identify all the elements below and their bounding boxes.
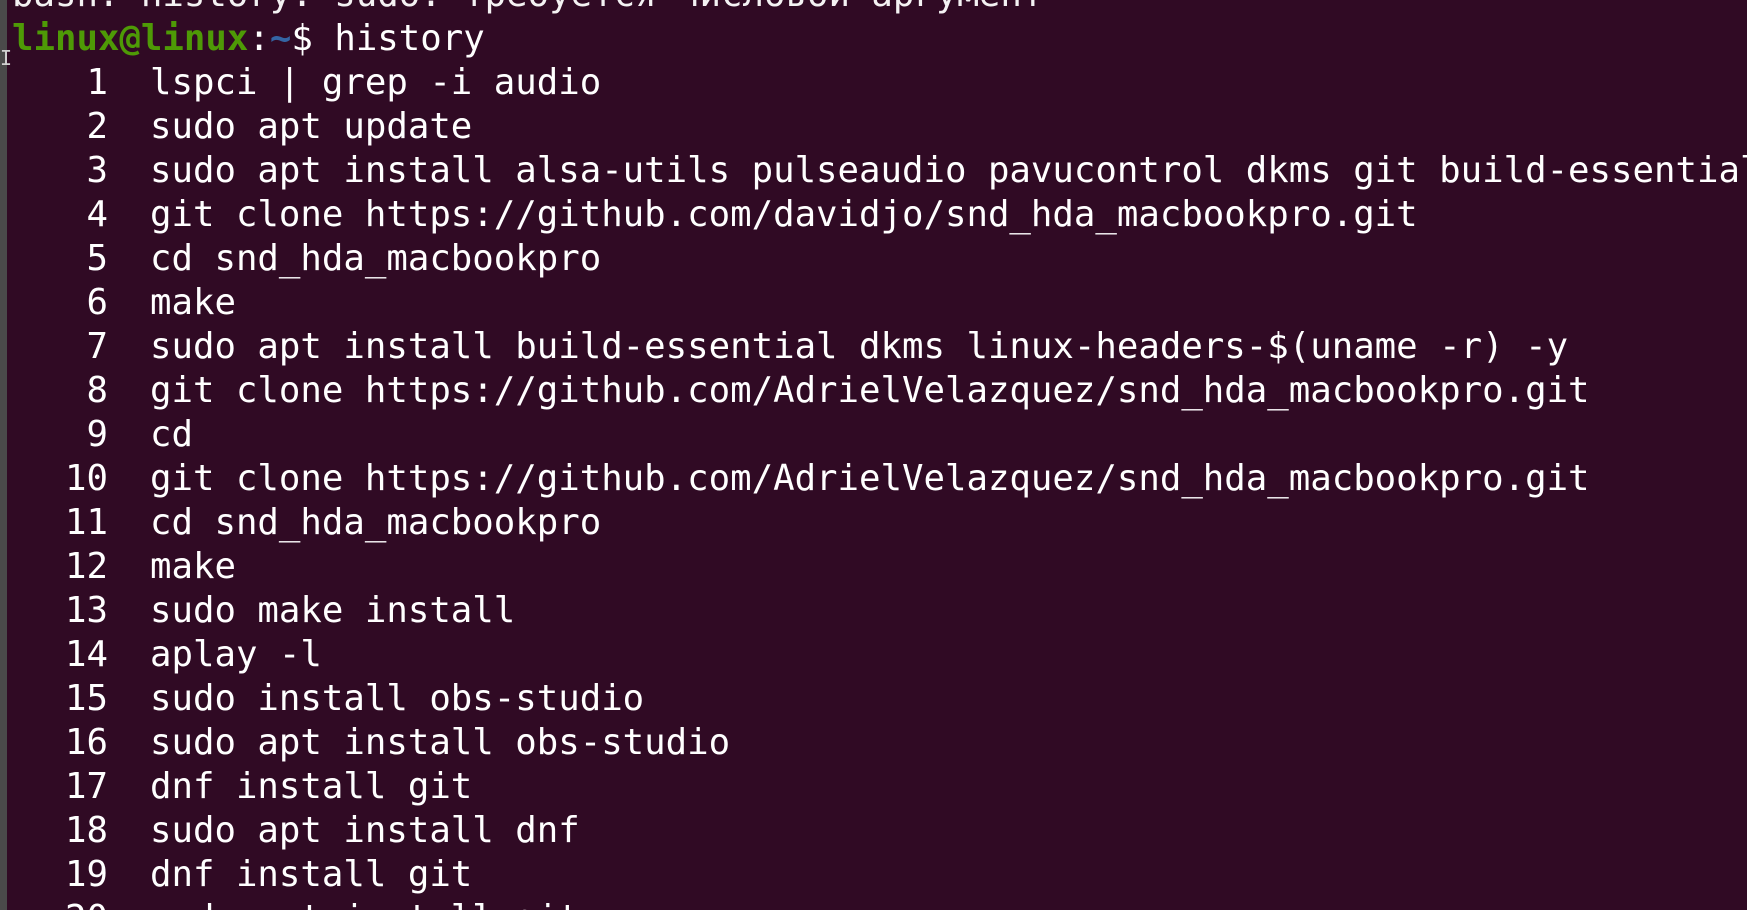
- history-command: make: [150, 546, 236, 587]
- history-command: make: [150, 282, 236, 323]
- history-command: sudo apt install build-essential dkms li…: [150, 326, 1569, 367]
- history-entry: 10 git clone https://github.com/AdrielVel…: [12, 457, 1747, 501]
- history-entry: 18 sudo apt install dnf: [12, 809, 1747, 853]
- history-command: cd snd_hda_macbookpro: [150, 502, 602, 543]
- history-number: 1: [86, 62, 109, 103]
- history-entry: 17 dnf install git: [12, 765, 1747, 809]
- history-entry: 11 cd snd_hda_macbookpro: [12, 501, 1747, 545]
- history-entry: 7 sudo apt install build-essential dkms l…: [12, 325, 1747, 369]
- history-number: 16: [65, 722, 108, 763]
- prompt-symbol: $: [291, 18, 335, 59]
- history-command: dnf install git: [150, 854, 473, 895]
- history-entry: 16 sudo apt install obs-studio: [12, 721, 1747, 765]
- history-list: 1 lspci | grep -i audio 2 sudo apt update …: [12, 61, 1747, 910]
- history-number: 12: [65, 546, 108, 587]
- history-number: 4: [86, 194, 109, 235]
- history-entry: 9 cd: [12, 413, 1747, 457]
- history-number: 13: [65, 590, 108, 631]
- prompt-user-host: linux@linux: [12, 18, 249, 59]
- history-command: cd snd_hda_macbookpro: [150, 238, 602, 279]
- history-command: cd: [150, 414, 193, 455]
- history-entry: 20 sudo apt install git: [12, 897, 1747, 910]
- history-command: sudo apt install alsa-utils pulseaudio p…: [150, 150, 1747, 191]
- history-entry: 19 dnf install git: [12, 853, 1747, 897]
- history-command: sudo install obs-studio: [150, 678, 645, 719]
- history-entry: 5 cd snd_hda_macbookpro: [12, 237, 1747, 281]
- history-command: sudo make install: [150, 590, 516, 631]
- prompt-command: history: [334, 18, 485, 59]
- terminal-output: bash: history: sudo: требуется числовой …: [12, 0, 1747, 910]
- history-command: aplay -l: [150, 634, 322, 675]
- history-command: sudo apt install obs-studio: [150, 722, 731, 763]
- history-number: 6: [86, 282, 109, 323]
- history-number: 5: [86, 238, 109, 279]
- history-number: 7: [86, 326, 109, 367]
- history-number: 8: [86, 370, 109, 411]
- history-number: 18: [65, 810, 108, 851]
- history-entry: 15 sudo install obs-studio: [12, 677, 1747, 721]
- history-command: sudo apt install git: [150, 898, 580, 910]
- history-command: dnf install git: [150, 766, 473, 807]
- history-entry: 3 sudo apt install alsa-utils pulseaudio …: [12, 149, 1747, 193]
- history-entry: 4 git clone https://github.com/davidjo/sn…: [12, 193, 1747, 237]
- previous-output-line: bash: history: sudo: требуется числовой …: [12, 0, 1747, 17]
- prompt-path: ~: [269, 18, 292, 59]
- history-number: 19: [65, 854, 108, 895]
- history-command: git clone https://github.com/AdrielVelaz…: [150, 370, 1590, 411]
- prompt-separator: :: [248, 18, 270, 59]
- history-command: sudo apt install dnf: [150, 810, 580, 851]
- history-command: lspci | grep -i audio: [150, 62, 602, 103]
- history-number: 14: [65, 634, 108, 675]
- history-command: git clone https://github.com/davidjo/snd…: [150, 194, 1418, 235]
- history-entry: 1 lspci | grep -i audio: [12, 61, 1747, 105]
- prompt-line: linux@linux:~$ history: [12, 17, 1747, 61]
- text-cursor-icon: I: [0, 46, 13, 70]
- history-entry: 13 sudo make install: [12, 589, 1747, 633]
- history-command: git clone https://github.com/AdrielVelaz…: [150, 458, 1590, 499]
- history-entry: 14 aplay -l: [12, 633, 1747, 677]
- history-number: 9: [86, 414, 109, 455]
- history-number: 20: [12, 897, 108, 910]
- history-number: 3: [86, 150, 109, 191]
- history-command: sudo apt update: [150, 106, 473, 147]
- history-entry: 12 make: [12, 545, 1747, 589]
- history-number: 17: [65, 766, 108, 807]
- history-entry: 8 git clone https://github.com/AdrielVela…: [12, 369, 1747, 413]
- history-number: 11: [65, 502, 108, 543]
- history-number: 15: [65, 678, 108, 719]
- window-left-edge: [0, 0, 7, 910]
- terminal-window[interactable]: I bash: history: sudo: требуется числово…: [0, 0, 1747, 910]
- history-entry: 2 sudo apt update: [12, 105, 1747, 149]
- history-number: 10: [65, 458, 108, 499]
- history-entry: 6 make: [12, 281, 1747, 325]
- history-number: 2: [86, 106, 109, 147]
